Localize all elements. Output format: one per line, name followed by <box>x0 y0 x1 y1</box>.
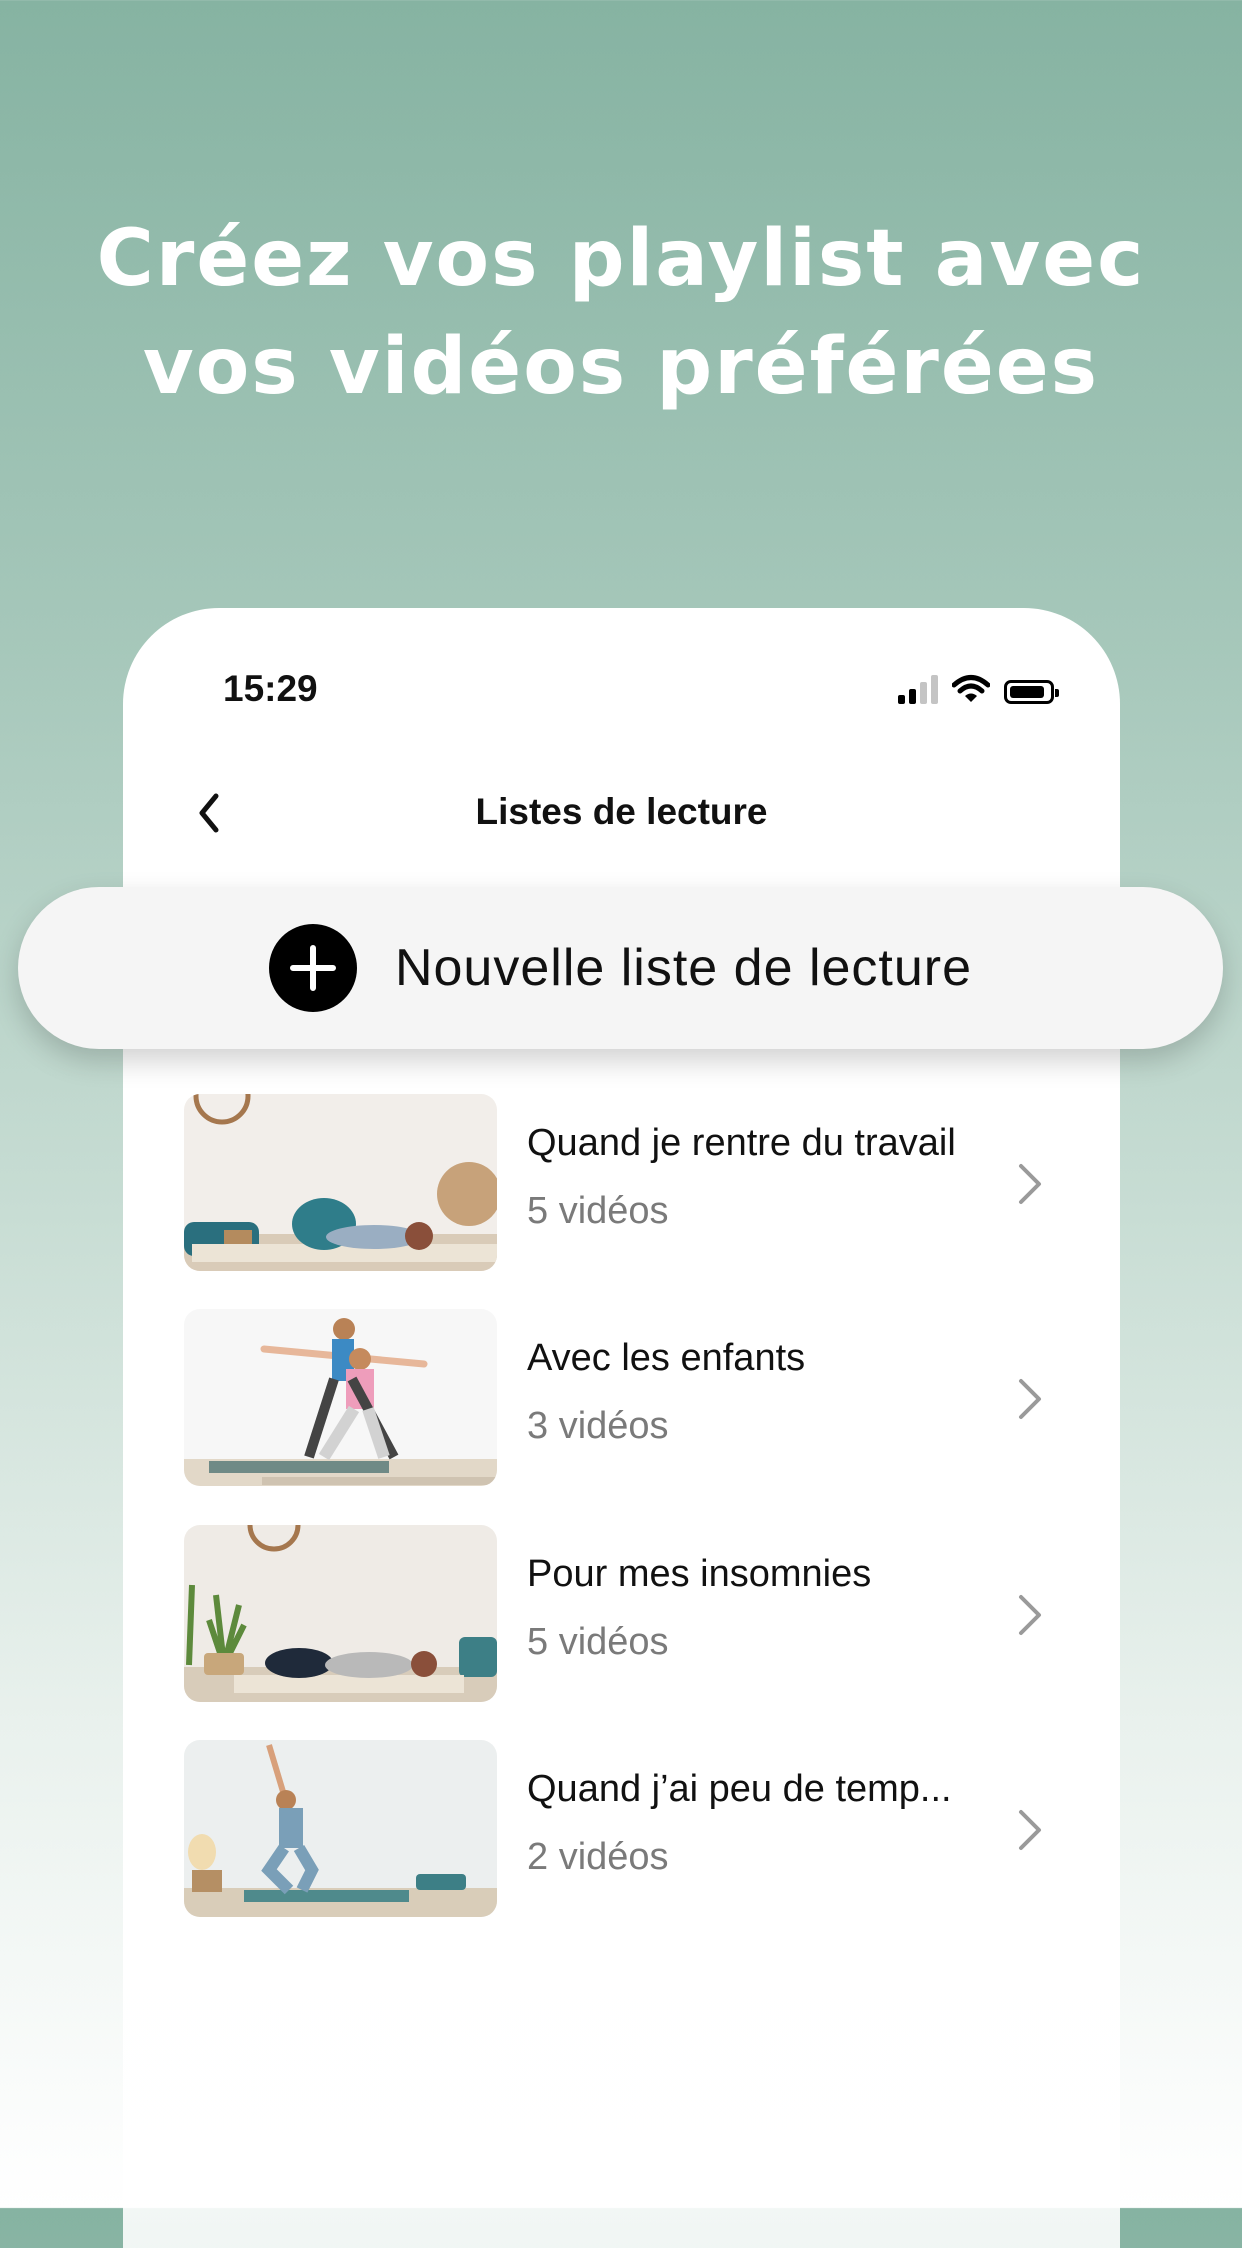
playlist-count: 3 vidéos <box>527 1405 669 1447</box>
playlist-title: Avec les enfants <box>527 1337 806 1379</box>
playlist-item[interactable]: Pour mes insomnies 5 vidéos <box>184 1525 1064 1702</box>
headline-line-1: Créez vos playlist avec <box>96 214 1146 304</box>
page-title: Listes de lecture <box>475 791 768 832</box>
new-playlist-label: Nouvelle liste de lecture <box>394 939 973 997</box>
playlist-thumbnail <box>184 1740 497 1917</box>
playlist-item[interactable]: Quand je rentre du travail 5 vidéos <box>184 1094 1064 1271</box>
playlist-count: 2 vidéos <box>527 1836 669 1878</box>
playlist-count: 5 vidéos <box>527 1621 669 1663</box>
chevron-right-icon <box>1019 1379 1041 1419</box>
chevron-right-icon <box>1019 1164 1041 1204</box>
wifi-icon <box>952 675 990 702</box>
headline-line-2: vos vidéos préférées <box>142 322 1100 412</box>
playlist-title: Pour mes insomnies <box>527 1553 872 1595</box>
battery-icon <box>1004 680 1059 704</box>
playlist-item[interactable]: Avec les enfants 3 vidéos <box>184 1309 1064 1486</box>
playlist-thumbnail <box>184 1309 497 1486</box>
promo-headline: Créez vos playlist avec vos vidéos préfé… <box>0 205 1242 421</box>
playlist-thumbnail <box>184 1094 497 1271</box>
plus-icon <box>268 924 357 1012</box>
chevron-right-icon <box>1019 1810 1041 1850</box>
status-time: 15:29 <box>223 668 318 709</box>
playlist-item[interactable]: Quand j’ai peu de temp... 2 vidéos <box>184 1740 1064 1917</box>
new-playlist-button[interactable]: Nouvelle liste de lecture <box>18 887 1223 1049</box>
playlist-count: 5 vidéos <box>527 1190 669 1232</box>
playlist-title: Quand j’ai peu de temp... <box>527 1768 952 1810</box>
cellular-signal-icon <box>898 674 938 704</box>
status-icons <box>898 670 1059 704</box>
playlist-thumbnail <box>184 1525 497 1702</box>
chevron-right-icon <box>1019 1595 1041 1635</box>
playlist-title: Quand je rentre du travail <box>527 1122 956 1164</box>
nav-bar: Listes de lecture <box>123 773 1120 853</box>
